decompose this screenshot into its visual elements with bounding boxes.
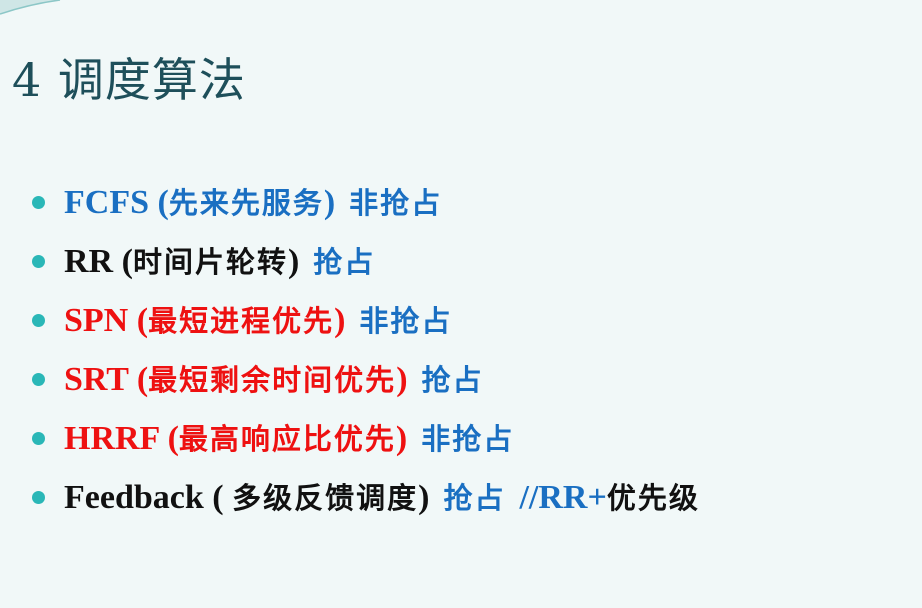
paren-open: (	[149, 184, 169, 221]
preemption-mode: 非抢占	[359, 304, 453, 338]
list-item-spn: SPN (最短进程优先) 非抢占	[32, 296, 700, 355]
list-item-feedback: Feedback ( 多级反馈调度) 抢占 //RR+优先级	[32, 473, 700, 532]
decorative-top-ribbon	[0, 0, 61, 15]
algorithm-description: 最短剩余时间优先	[148, 363, 397, 397]
bullet-icon	[32, 491, 45, 504]
paren-close: )	[323, 184, 336, 221]
list-item-fcfs: FCFS (先来先服务) 非抢占	[32, 178, 700, 237]
bullet-icon	[32, 373, 45, 386]
paren-open: (	[128, 361, 149, 398]
bullet-icon	[32, 196, 45, 209]
bullet-icon	[32, 314, 45, 327]
algorithm-name: SRT	[64, 361, 129, 398]
preemption-mode: 非抢占	[421, 422, 515, 456]
algorithm-list: FCFS (先来先服务) 非抢占 RR (时间片轮转) 抢占 SPN (最短进程优先…	[32, 178, 700, 532]
algorithm-name: FCFS	[64, 184, 149, 221]
preemption-mode: 抢占	[421, 363, 484, 397]
slide-title: 4 调度算法	[12, 53, 246, 107]
comment-text: 优先级	[606, 481, 700, 515]
algorithm-name: Feedback	[64, 479, 204, 516]
paren-close: )	[396, 361, 408, 398]
paren-close: )	[334, 302, 346, 339]
paren-close: )	[418, 479, 430, 516]
paren-open: (	[203, 479, 233, 516]
preemption-mode: 抢占	[313, 245, 376, 279]
paren-close: )	[395, 420, 408, 457]
algorithm-description: 多级反馈调度	[232, 481, 419, 515]
list-item-rr: RR (时间片轮转) 抢占	[32, 237, 700, 296]
list-item-hrrf: HRRF (最高响应比优先) 非抢占	[32, 414, 700, 473]
algorithm-name: SPN	[64, 302, 129, 339]
paren-open: (	[113, 243, 133, 280]
paren-open: (	[128, 302, 149, 339]
comment-slash: //RR+	[519, 479, 607, 516]
bullet-icon	[32, 255, 45, 268]
algorithm-description: 最短进程优先	[148, 304, 335, 338]
paren-close: )	[287, 243, 300, 280]
algorithm-description: 最高响应比优先	[178, 422, 396, 456]
preemption-mode: 抢占	[443, 481, 506, 515]
algorithm-description: 先来先服务	[168, 186, 324, 220]
algorithm-description: 时间片轮转	[132, 245, 288, 279]
paren-open: (	[159, 420, 179, 457]
list-item-srt: SRT (最短剩余时间优先) 抢占	[32, 355, 700, 414]
algorithm-name: HRRF	[64, 420, 160, 457]
algorithm-name: RR	[64, 243, 114, 280]
bullet-icon	[32, 432, 45, 445]
preemption-mode: 非抢占	[349, 186, 443, 220]
